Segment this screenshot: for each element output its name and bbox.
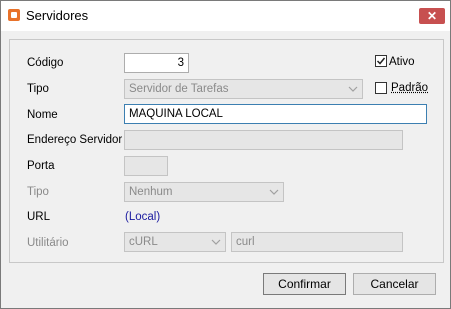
utilitario-command-input: curl	[231, 232, 403, 252]
title-bar: Servidores ✕	[1, 1, 450, 31]
cancel-button[interactable]: Cancelar	[353, 273, 436, 295]
chevron-down-icon	[269, 189, 279, 195]
porta-input	[124, 156, 168, 176]
endereco-input	[124, 130, 403, 150]
tipo2-select: Nenhum	[124, 182, 284, 202]
ativo-label: Ativo	[389, 56, 415, 68]
nome-input[interactable]: MAQUINA LOCAL	[124, 104, 427, 124]
chevron-down-icon	[211, 239, 221, 245]
form-panel: Código 3 Ativo Tipo Servidor de Tarefas …	[9, 39, 444, 263]
endereco-label: Endereço Servidor	[27, 134, 123, 146]
tipo2-label: Tipo	[27, 186, 49, 198]
padrao-checkbox[interactable]	[375, 82, 387, 94]
porta-label: Porta	[27, 160, 55, 172]
padrao-label: Padrão	[391, 82, 429, 94]
check-icon	[376, 57, 386, 65]
url-label: URL	[27, 211, 51, 223]
codigo-label: Código	[27, 57, 64, 69]
servidores-dialog: Servidores ✕ Código 3 Ativo Tipo Servido…	[0, 0, 451, 309]
window-title: Servidores	[26, 8, 89, 23]
url-value[interactable]: (Local)	[125, 211, 160, 223]
utilitario-label: Utilitário	[27, 237, 69, 249]
close-button[interactable]: ✕	[419, 8, 445, 24]
tipo2-select-value: Nenhum	[129, 186, 173, 198]
cancel-label: Cancelar	[370, 277, 419, 291]
app-icon	[8, 9, 20, 21]
chevron-down-icon	[348, 86, 358, 92]
utilitario-select-value: cURL	[129, 236, 158, 248]
ativo-checkbox[interactable]	[375, 55, 387, 67]
nome-label: Nome	[27, 109, 58, 121]
utilitario-select: cURL	[124, 232, 226, 252]
confirm-label: Confirmar	[278, 277, 331, 291]
tipo-select: Servidor de Tarefas	[124, 79, 363, 99]
confirm-button[interactable]: Confirmar	[263, 273, 346, 295]
tipo-label: Tipo	[27, 83, 49, 95]
tipo-select-value: Servidor de Tarefas	[129, 83, 229, 95]
codigo-input[interactable]: 3	[124, 53, 189, 73]
